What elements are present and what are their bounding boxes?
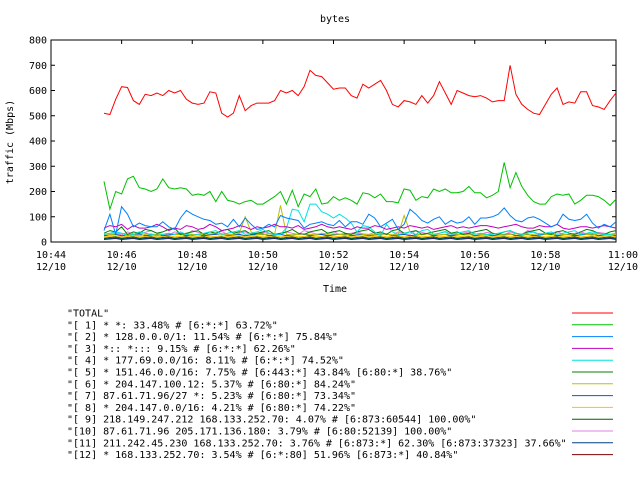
legend-label: "[ 1] * *: 33.48% # [6:*:*] 63.72%": [67, 320, 278, 331]
x-tick-date: 12/10: [107, 262, 137, 273]
y-tick-label: 100: [29, 212, 47, 223]
x-tick-time: 10:54: [389, 250, 419, 261]
legend-label: "[ 6] * 204.147.100.12: 5.37% # [6:80:*]…: [67, 379, 356, 390]
legend-label: "[11] 211.242.45.230 168.133.252.70: 3.7…: [67, 438, 567, 449]
legend-label: "[ 5] * 151.46.0.0/16: 7.75% # [6:443:*]…: [67, 368, 452, 379]
x-tick-date: 12/10: [36, 262, 66, 273]
legend-label: "[ 7] 87.61.71.96/27 *: 5.23% # [6:80:*]…: [67, 391, 356, 402]
legend-label: "[ 3] *:: *::: 9.15% # [6:*:*] 62.26%": [67, 344, 296, 355]
series-line-1: [103, 162, 617, 212]
series-lines: [103, 65, 617, 241]
x-tick-date: 12/10: [177, 262, 207, 273]
x-tick-time: 10:48: [177, 250, 207, 261]
y-tick-label: 200: [29, 187, 47, 198]
x-tick-date: 12/10: [318, 262, 348, 273]
y-tick-label: 400: [29, 137, 47, 148]
legend-label: "[10] 87.61.71.96 205.171.136.180: 3.79%…: [67, 427, 452, 438]
series-line-2: [103, 205, 617, 235]
x-tick-date: 12/10: [389, 262, 419, 273]
x-tick-time: 10:44: [36, 250, 66, 261]
x-tick-time: 10:52: [318, 250, 348, 261]
x-tick-time: 10:58: [530, 250, 560, 261]
legend-label: "[ 4] * 177.69.0.0/16: 8.11% # [6:*:*] 7…: [67, 356, 344, 367]
x-tick-time: 10:50: [248, 250, 278, 261]
legend-label: "[ 8] * 204.147.0.0/16: 4.21% # [6:80:*]…: [67, 403, 356, 414]
x-tick-date: 12/10: [608, 262, 638, 273]
y-tick-label: 600: [29, 86, 47, 97]
chart-title: bytes: [320, 14, 350, 25]
y-tick-label: 0: [41, 238, 47, 249]
y-tick-label: 500: [29, 111, 47, 122]
x-tick-time: 10:56: [460, 250, 490, 261]
x-tick-time: 11:00: [608, 250, 638, 261]
y-tick-label: 800: [29, 36, 47, 47]
legend: "TOTAL""[ 1] * *: 33.48% # [6:*:*] 63.72…: [67, 309, 613, 461]
y-ticks: 0 100 200 300 400 500 600 700 800: [29, 36, 616, 249]
series-line-0: [103, 65, 617, 118]
x-tick-date: 12/10: [460, 262, 490, 273]
legend-label: "[12] * 168.133.252.70: 3.54% # [6:*:80]…: [67, 450, 458, 461]
legend-label: "[ 9] 218.149.247.212 168.133.252.70: 4.…: [67, 415, 476, 426]
legend-label: "TOTAL": [67, 309, 109, 320]
y-tick-label: 700: [29, 61, 47, 72]
y-tick-label: 300: [29, 162, 47, 173]
traffic-chart: bytes traffic (Mbps) Time 0 100 200 300 400 5…: [5, 14, 638, 461]
x-tick-time: 10:46: [107, 250, 137, 261]
y-axis-label: traffic (Mbps): [5, 100, 16, 184]
plot-frame: [50, 39, 617, 243]
x-tick-date: 12/10: [248, 262, 278, 273]
legend-label: "[ 2] * 128.0.0.0/1: 11.54% # [6:*:*] 75…: [67, 332, 338, 343]
x-tick-date: 12/10: [530, 262, 560, 273]
x-axis-label: Time: [323, 284, 347, 295]
